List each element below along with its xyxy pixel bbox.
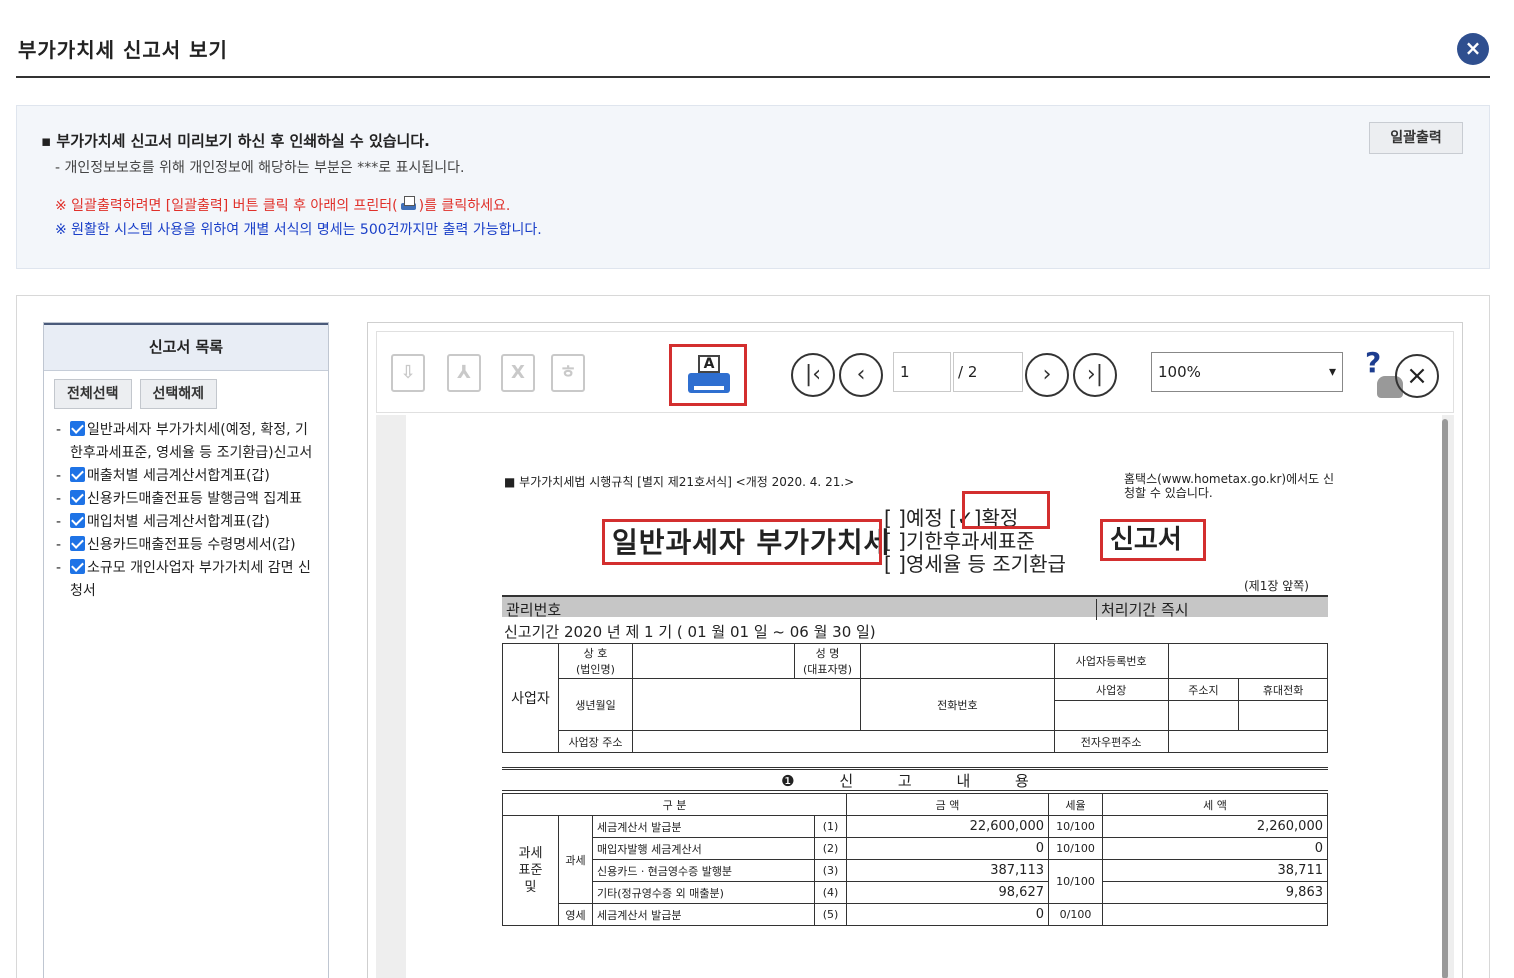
report-list-title: 신고서 목록 — [44, 323, 328, 371]
table-row: 신용카드ㆍ현금영수증 발행분 (3) 387,113 10/100 38,711 — [503, 859, 1328, 904]
page-title: 부가가치세 신고서 보기 — [18, 38, 228, 62]
notice-headline: ▪ 부가가치세 신고서 미리보기 하신 후 인쇄하실 수 있습니다. — [41, 132, 430, 150]
document-page: ■ 부가가치세법 시행규칙 [별지 제21호서식] <개정 2020. 4. 2… — [406, 415, 1442, 978]
checkbox-checked-icon[interactable] — [70, 559, 85, 574]
notice-limit: ※ 원활한 시스템 사용을 위하여 개별 서식의 명세는 500건까지만 출력 … — [55, 222, 542, 238]
checkbox-checked-icon[interactable] — [70, 513, 85, 528]
table-row: 영세 세금계산서 발급분 (5) 0 0/100 — [503, 903, 1328, 926]
highlight-box — [602, 519, 882, 565]
notice-print-help: ※ 일괄출력하려면 [일괄출력] 버튼 클릭 후 아래의 프린터()를 클릭하세… — [55, 196, 511, 214]
table-row: 과세 표준 및 과세 세금계산서 발급분 (1) 22,600,000 10/100… — [502, 815, 1328, 926]
report-period: 신고기간 2020 년 제 1 기 ( 01 월 01 일 ~ 06 월 30 … — [504, 623, 876, 641]
list-item[interactable]: - 신용카드매출전표등 발행금액 집계표 — [54, 488, 316, 511]
checkbox-checked-icon[interactable] — [70, 421, 85, 436]
report-list-panel: 신고서 목록 전체선택 선택해제 - 일반과세자 부가가치세(예정, 확정, 기한후… — [43, 322, 329, 978]
print-button[interactable]: A — [669, 344, 747, 406]
deselect-all-button[interactable]: 선택해제 — [139, 379, 218, 409]
page-side-label: (제1장 앞쪽) — [1244, 579, 1309, 593]
list-item[interactable]: - 소규모 개인사업자 부가가치세 감면 신청서 — [54, 557, 316, 603]
viewer-close-icon[interactable]: × — [1395, 354, 1439, 398]
title-divider — [16, 76, 1490, 78]
prev-page-icon[interactable]: ‹ — [839, 353, 883, 397]
checkbox-checked-icon[interactable] — [70, 536, 85, 551]
select-all-button[interactable]: 전체선택 — [54, 379, 132, 409]
report-tree: - 일반과세자 부가가치세(예정, 확정, 기한후과세표준, 영세율 등 조기환급… — [54, 419, 316, 603]
help-icon[interactable]: ? — [1365, 346, 1381, 379]
excel-icon[interactable]: X — [501, 354, 535, 392]
chevron-down-icon: ▾ — [1328, 364, 1336, 380]
viewer-toolbar: ⇩ ⅄ X ㅎ A |‹ ‹ 1 / 2 › ›| 100% ▾ ? × — [376, 331, 1454, 413]
document-area[interactable]: ■ 부가가치세법 시행규칙 [별지 제21호서식] <개정 2020. 4. 2… — [376, 415, 1454, 978]
hwp-icon[interactable]: ㅎ — [551, 354, 585, 392]
close-icon[interactable]: × — [1457, 33, 1489, 65]
last-page-icon[interactable]: ›| — [1073, 353, 1117, 397]
management-header: 관리번호 처리기간 즉시 — [502, 595, 1328, 620]
form-reference: ■ 부가가치세법 시행규칙 [별지 제21호서식] <개정 2020. 4. 2… — [504, 475, 855, 489]
next-page-icon[interactable]: › — [1025, 353, 1069, 397]
table-row: 기타(정규영수증 외 매출분) (4) 98,627 9,863 — [503, 881, 1328, 904]
highlight-box — [962, 491, 1050, 529]
vertical-scrollbar[interactable] — [1442, 419, 1448, 978]
first-page-icon[interactable]: |‹ — [791, 353, 835, 397]
list-item[interactable]: - 매입처별 세금계산서합계표(갑) — [54, 511, 316, 534]
print-all-button[interactable]: 일괄출력 — [1369, 122, 1463, 154]
highlight-box — [1100, 519, 1206, 561]
list-item[interactable]: - 일반과세자 부가가치세(예정, 확정, 기한후과세표준, 영세율 등 조기환급… — [54, 419, 316, 465]
list-item[interactable]: - 매출처별 세금계산서합계표(갑) — [54, 465, 316, 488]
hometax-note: 홈택스(www.hometax.go.kr)에서도 신청할 수 있습니다. — [1124, 472, 1335, 500]
page-number-input[interactable]: 1 — [893, 352, 951, 392]
printer-icon: A — [688, 355, 730, 397]
report-viewer: ⇩ ⅄ X ㅎ A |‹ ‹ 1 / 2 › ›| 100% ▾ ? × ■ 부가… — [367, 322, 1463, 978]
checkbox-checked-icon[interactable] — [70, 467, 85, 482]
page-total: / 2 — [953, 352, 1023, 392]
notice-panel: ▪ 부가가치세 신고서 미리보기 하신 후 인쇄하실 수 있습니다. - 개인정… — [16, 105, 1490, 269]
tax-report-table: 구 분 금 액 세율 세 액 과세 표준 및 과세 세금계산서 발급분 (1) 22… — [502, 793, 1328, 926]
printer-icon — [400, 196, 417, 211]
zoom-select[interactable]: 100% ▾ — [1151, 352, 1343, 392]
notice-privacy: - 개인정보보호를 위해 개인정보에 해당하는 부분은 ***로 표시됩니다. — [55, 160, 465, 176]
business-info-table: 사업자 상 호 (법인명) 성 명 (대표자명) 사업자등록번호 생년월일 전화번호… — [502, 643, 1329, 753]
pdf-icon[interactable]: ⅄ — [447, 354, 481, 392]
save-icon[interactable]: ⇩ — [391, 354, 425, 392]
section-header: ❶ 신 고 내 용 — [502, 767, 1328, 791]
checkbox-checked-icon[interactable] — [70, 490, 85, 505]
list-item[interactable]: - 신용카드매출전표등 수령명세서(갑) — [54, 534, 316, 557]
table-row: 매입자발행 세금계산서 (2) 0 10/100 0 — [503, 837, 1328, 860]
